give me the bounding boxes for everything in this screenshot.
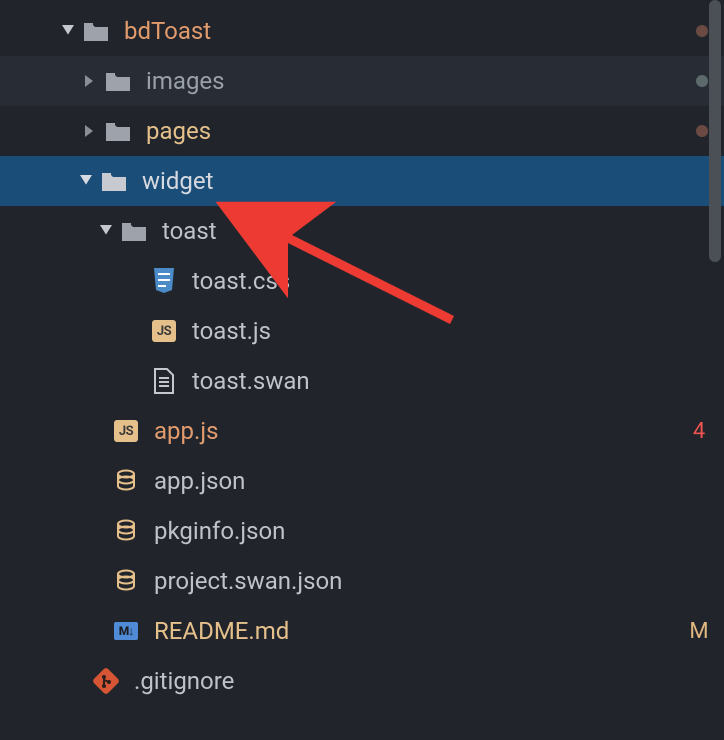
vcs-dot (696, 75, 708, 87)
vcs-badge: 4 (684, 419, 714, 444)
file-label: app.js (154, 417, 684, 445)
tree-item-pages[interactable]: pages (0, 106, 724, 156)
file-label: pkginfo.json (154, 517, 724, 545)
scrollbar[interactable] (709, 0, 721, 262)
json-icon (112, 517, 140, 545)
json-icon (112, 567, 140, 595)
vcs-dot (696, 25, 708, 37)
tree-item-app-js[interactable]: JS app.js 4 (0, 406, 724, 456)
file-label: project.swan.json (154, 567, 724, 595)
chevron-right-icon (82, 73, 98, 89)
tree-item-images[interactable]: images (0, 56, 724, 106)
tree-item-readme[interactable]: M↓ README.md M (0, 606, 724, 656)
tree-item-toast[interactable]: toast (0, 206, 724, 256)
file-label: toast.js (192, 317, 724, 345)
chevron-right-icon (82, 123, 98, 139)
folder-label: images (146, 67, 696, 95)
git-icon (92, 667, 120, 695)
file-label: toast.swan (192, 367, 724, 395)
tree-item-bdtoast[interactable]: bdToast (0, 6, 724, 56)
vcs-dot (696, 125, 708, 137)
tree-item-project-swan-json[interactable]: project.swan.json (0, 556, 724, 606)
folder-icon (120, 217, 148, 245)
tree-item-toast-js[interactable]: JS toast.js (0, 306, 724, 356)
file-label: .gitignore (134, 667, 724, 695)
folder-label: toast (162, 217, 724, 245)
file-tree: bdToast images pages widge (0, 0, 724, 706)
folder-label: pages (146, 117, 696, 145)
folder-icon (104, 67, 132, 95)
chevron-down-icon (98, 223, 114, 239)
tree-item-gitignore[interactable]: .gitignore (0, 656, 724, 706)
css-icon (150, 267, 178, 295)
js-icon: JS (150, 317, 178, 345)
tree-item-widget[interactable]: widget (0, 156, 724, 206)
folder-label: widget (142, 167, 724, 195)
chevron-down-icon (78, 173, 94, 189)
file-label: app.json (154, 467, 724, 495)
tree-item-toast-swan[interactable]: toast.swan (0, 356, 724, 406)
tree-item-pkginfo[interactable]: pkginfo.json (0, 506, 724, 556)
file-label: README.md (154, 617, 684, 645)
tree-item-app-json[interactable]: app.json (0, 456, 724, 506)
markdown-icon: M↓ (112, 617, 140, 645)
json-icon (112, 467, 140, 495)
folder-icon (100, 167, 128, 195)
folder-label: bdToast (124, 17, 696, 45)
chevron-down-icon (60, 23, 76, 39)
folder-icon (82, 17, 110, 45)
tree-item-toast-css[interactable]: toast.css (0, 256, 724, 306)
js-icon: JS (112, 417, 140, 445)
folder-icon (104, 117, 132, 145)
file-label: toast.css (192, 267, 724, 295)
vcs-badge: M (684, 619, 714, 644)
document-icon (150, 367, 178, 395)
